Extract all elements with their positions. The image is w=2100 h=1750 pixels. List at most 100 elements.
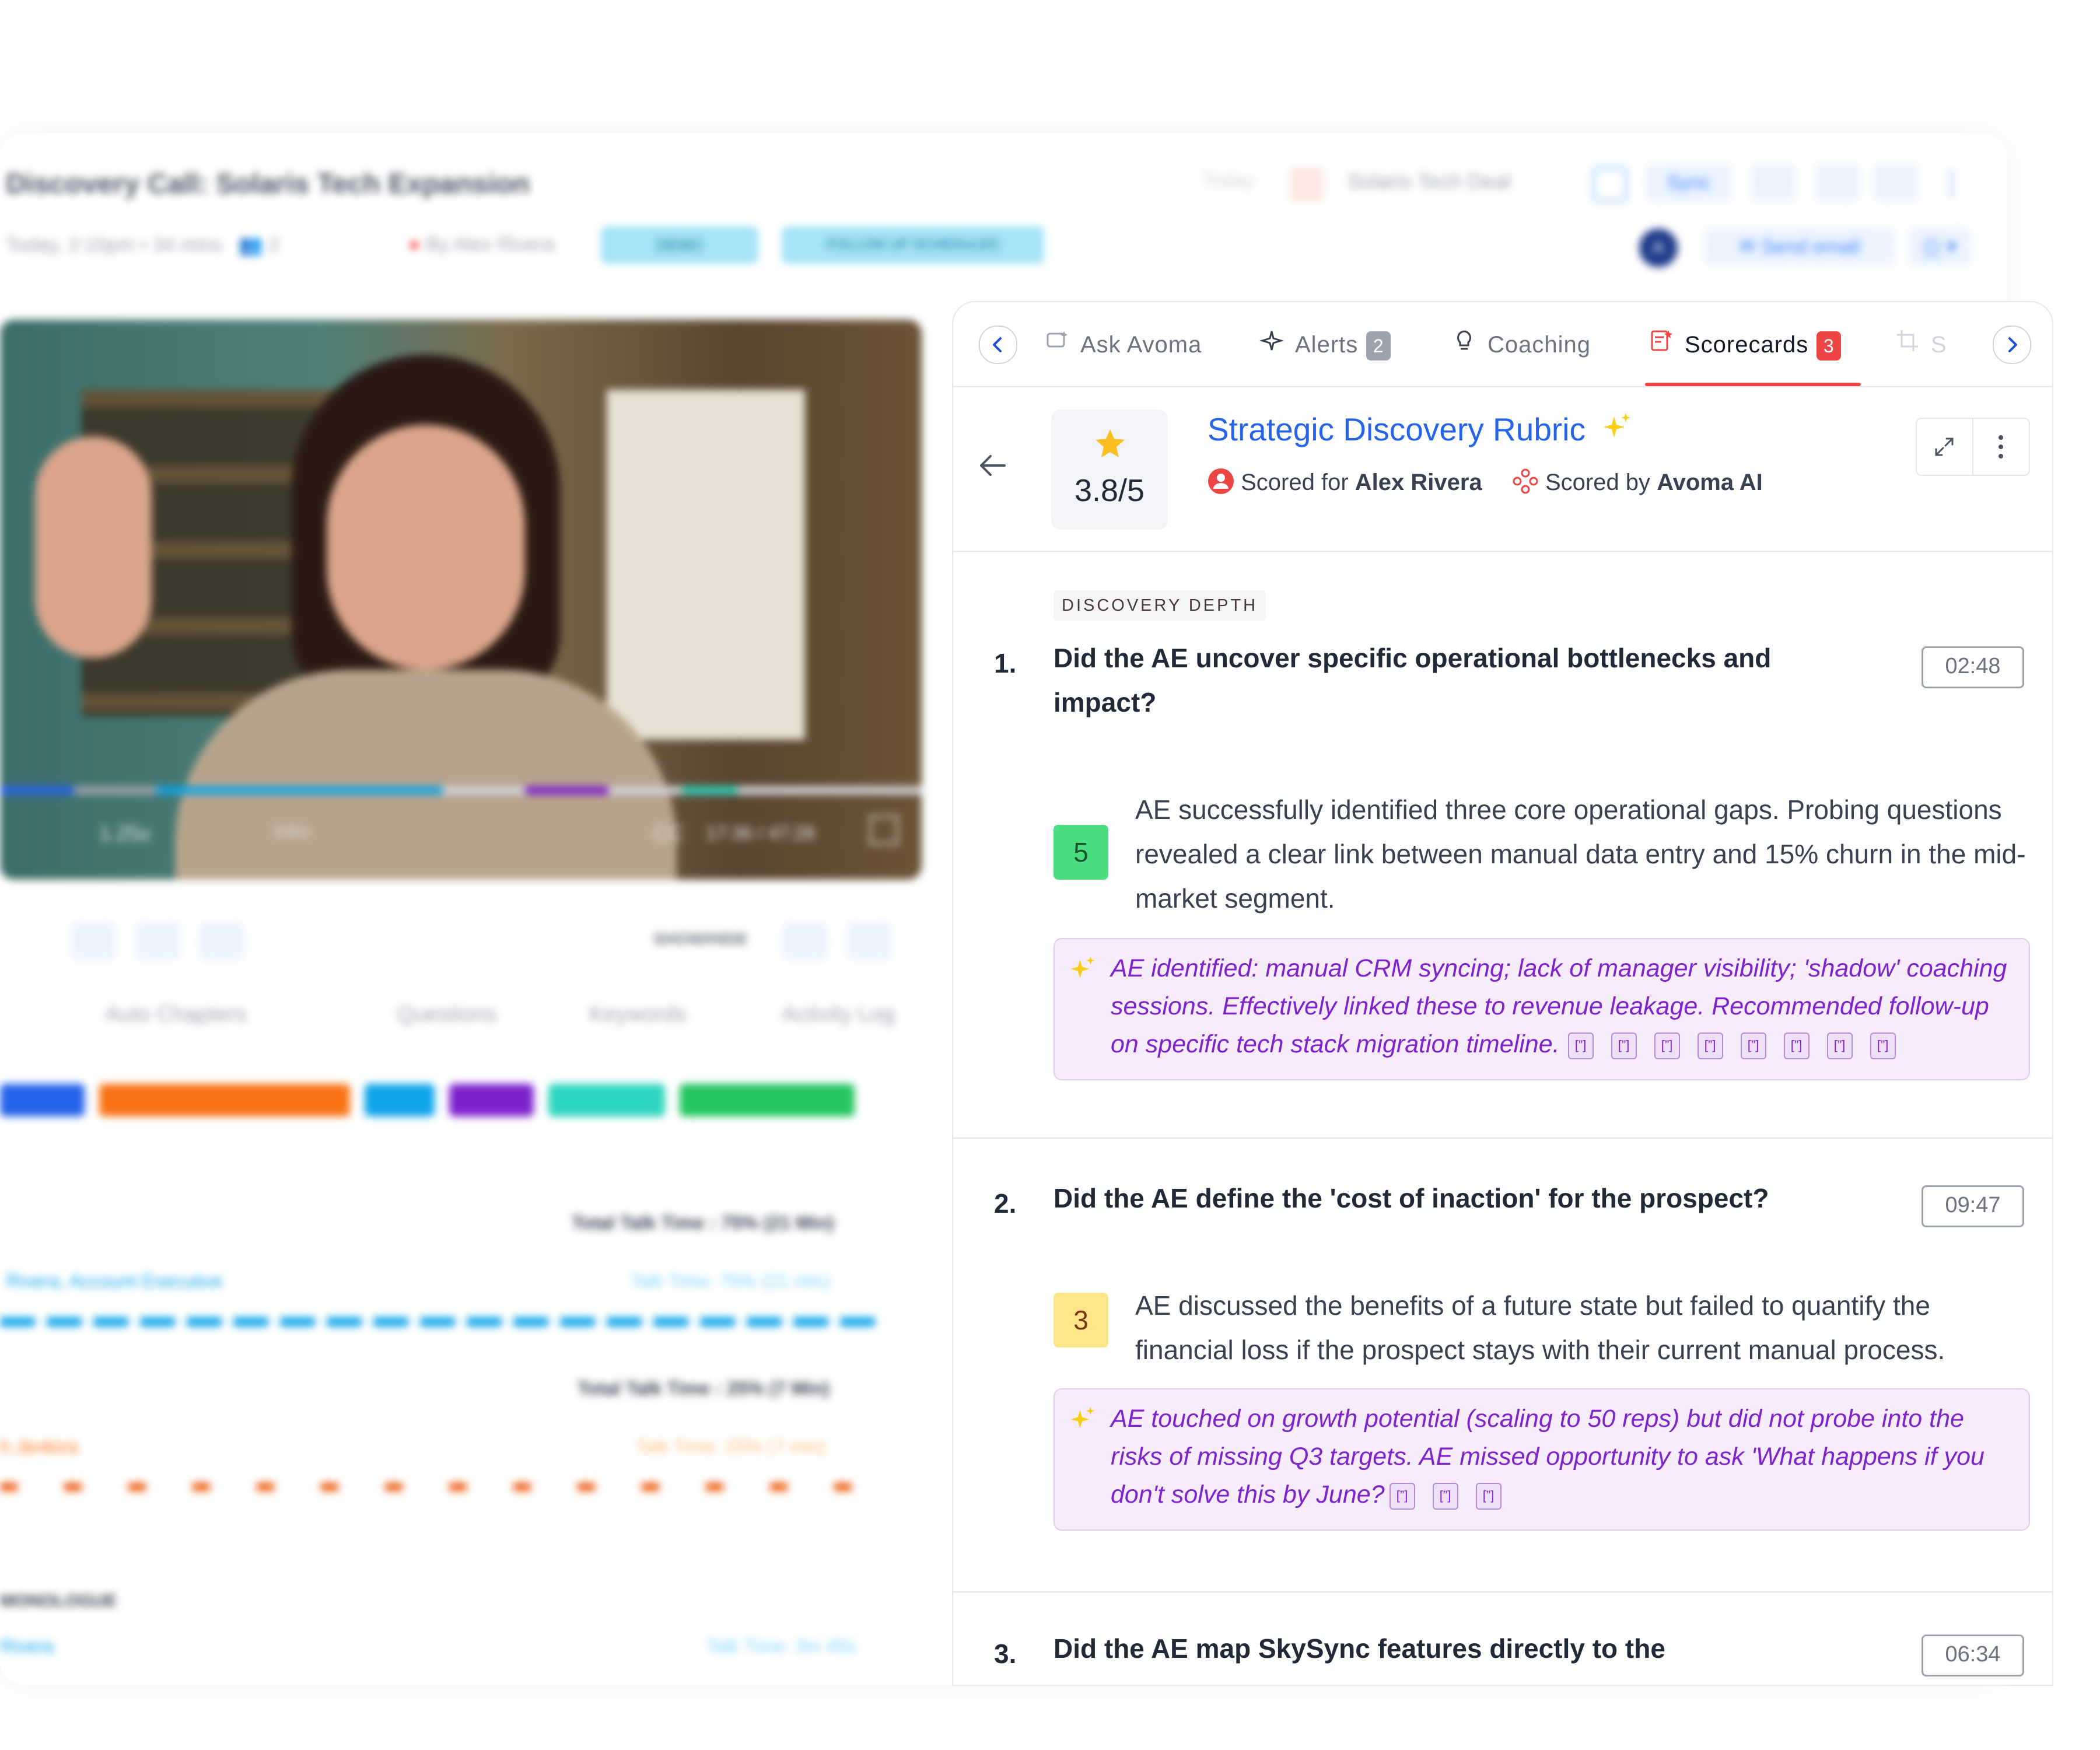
question-timestamp[interactable]: 02:48 (1922, 646, 2024, 688)
scorecards-count-badge: 3 (1817, 331, 1842, 361)
layout-toggle-button[interactable]: ◫ ▾ (1908, 226, 1972, 267)
citation-icon[interactable]: [”] (1740, 1032, 1766, 1059)
sync-label: Sync (1667, 172, 1711, 194)
tab-questions[interactable]: Questions (397, 1002, 496, 1027)
ai-insight-box: AE identified: manual CRM syncing; lack … (1054, 938, 2030, 1080)
tab-alerts[interactable]: Alerts 2 (1259, 324, 1391, 365)
question-divider (953, 1591, 2052, 1592)
speaker-name-2: h Jenkins (0, 1436, 79, 1457)
rubric-title[interactable]: Strategic Discovery Rubric (1208, 411, 1633, 448)
tab-activity-log[interactable]: Activity Log (782, 1002, 895, 1027)
tab-keywords[interactable]: Keywords (589, 1002, 687, 1027)
video-player[interactable]: 1.25x Intro CC 17:36 / 47:28 (0, 320, 922, 880)
link-icon[interactable] (1750, 162, 1797, 203)
tabs-next-button[interactable] (1993, 326, 2031, 364)
followup-label: FOLLOW UP SCHEDULED (827, 237, 999, 253)
topic-chip-demo[interactable] (365, 1084, 435, 1116)
participants-icon: 👥 (238, 234, 264, 256)
citation-icon[interactable]: [”] (1826, 1032, 1853, 1059)
avoma-logo-icon (1513, 468, 1538, 494)
panel-tabbar: Ask Avoma Alerts 2 Coaching Scorecards 3 S (953, 302, 2052, 387)
external-link-icon[interactable] (1592, 167, 1628, 202)
back-button[interactable] (975, 448, 1010, 486)
chevron-left-icon (993, 337, 1002, 352)
followup-chip[interactable]: FOLLOW UP SCHEDULED (782, 226, 1044, 264)
question-timestamp[interactable]: 09:47 (1922, 1185, 2024, 1227)
window (607, 390, 805, 740)
topic-chip-company[interactable] (99, 1084, 350, 1116)
ai-insight-text: AE identified: manual CRM syncing; lack … (1111, 950, 2021, 1063)
ai-sparkle-icon (1070, 1406, 1095, 1429)
header-actions (1916, 418, 2030, 476)
hubspot-icon[interactable] (1289, 167, 1324, 202)
scored-by-name: Avoma AI (1657, 470, 1763, 495)
citation-icon[interactable]: [”] (1870, 1032, 1896, 1059)
monologue-group: MONOLOGUE Rivera Talk Time: 3m 45s (0, 1591, 922, 1685)
question-number: 3. (994, 1639, 1017, 1669)
speaker-talk-1: Talk Time: 75% (21 min) (630, 1270, 831, 1292)
topic-chip-pricing[interactable] (449, 1084, 534, 1116)
owner-name: By Alex Rivera (426, 233, 555, 256)
overall-score: 3.8/5 (1074, 473, 1145, 508)
citation-icon[interactable]: [”] (1783, 1032, 1810, 1059)
chevron-right-icon (2008, 337, 2017, 352)
scored-by-prefix: Scored by (1545, 470, 1651, 495)
citation-icon[interactable]: [”] (1611, 1032, 1637, 1059)
speaker-talk-2: Talk Time: 25% (7 min) (636, 1436, 826, 1457)
question-text: Did the AE uncover specific operational … (1054, 643, 1772, 718)
ai-insight-content: AE touched on growth potential (scaling … (1111, 1405, 1985, 1508)
citation-icon[interactable]: [”] (1389, 1482, 1415, 1510)
expand-icon (1935, 438, 1954, 456)
citation-icon[interactable]: [”] (1654, 1032, 1680, 1059)
tab-coaching[interactable]: Coaching (1451, 324, 1591, 365)
citation-icon[interactable]: [”] (1697, 1032, 1723, 1059)
lightbulb-icon (1451, 326, 1477, 366)
call-owner: ● By Alex Rivera (408, 233, 555, 256)
progress-bar[interactable] (0, 786, 922, 794)
citation-icon[interactable]: [”] (1567, 1032, 1594, 1059)
topic-chip-schedule[interactable] (680, 1084, 855, 1116)
topic-chip-next-steps[interactable] (548, 1084, 665, 1116)
video-toggle[interactable] (846, 921, 892, 961)
action-button-1[interactable] (70, 921, 117, 961)
share-icon[interactable] (1814, 162, 1861, 203)
question-score: 5 (1054, 825, 1108, 880)
monologue-label: MONOLOGUE (0, 1591, 117, 1611)
topic-chip-intros[interactable] (0, 1084, 85, 1116)
question-answer: AE successfully identified three core op… (1135, 794, 2026, 914)
fullscreen-icon[interactable] (869, 816, 898, 845)
sync-button[interactable]: Sync (1645, 162, 1732, 203)
speaker-timeline-1 (0, 1317, 881, 1326)
tab-s-label: S (1931, 332, 1947, 358)
alerts-count-badge: 2 (1366, 331, 1391, 361)
question-divider (953, 1138, 2052, 1139)
tab-ask-avoma[interactable]: Ask Avoma (1044, 324, 1202, 365)
tabs-prev-button[interactable] (979, 326, 1017, 364)
more-options-button[interactable] (1973, 419, 2029, 475)
deal-name[interactable]: Solaris Tech Deal (1348, 169, 1510, 194)
ai-insight-box: AE touched on growth potential (scaling … (1054, 1388, 2030, 1531)
action-button-3[interactable] (198, 921, 245, 961)
user-avatar[interactable]: A (1639, 229, 1678, 267)
cc-button[interactable]: CC (653, 821, 684, 846)
transcript-toggle[interactable] (782, 921, 828, 961)
citation-icon[interactable]: [”] (1432, 1482, 1458, 1510)
scorecard-header: 3.8/5 Strategic Discovery Rubric Scored … (953, 387, 2052, 552)
send-email-button[interactable]: ✉ Send email (1703, 226, 1896, 267)
video-chapter[interactable]: Intro (274, 821, 309, 841)
drive-icon[interactable] (1873, 162, 1919, 203)
tab-auto-chapters[interactable]: Auto Chapters (105, 1002, 247, 1027)
more-menu-icon[interactable]: ⋮ (1937, 162, 1966, 203)
video-speed[interactable]: 1.25x (99, 821, 150, 846)
tab-s[interactable]: S (1895, 324, 1947, 365)
monologue-talk: Talk Time: 3m 45s (706, 1636, 856, 1657)
speaker-total-2: Total Talk Time : 25% (7 Min) (578, 1378, 830, 1399)
question-number: 2. (994, 1188, 1017, 1219)
question-timestamp[interactable]: 06:34 (1922, 1634, 2024, 1676)
action-button-2[interactable] (134, 921, 181, 961)
tab-scorecards[interactable]: Scorecards 3 (1648, 324, 1842, 365)
citation-icon[interactable]: [”] (1475, 1482, 1502, 1510)
deal-stage-chip[interactable]: DEMO (601, 226, 758, 264)
sparkle-icon (1259, 326, 1284, 366)
expand-button[interactable] (1917, 419, 1973, 475)
